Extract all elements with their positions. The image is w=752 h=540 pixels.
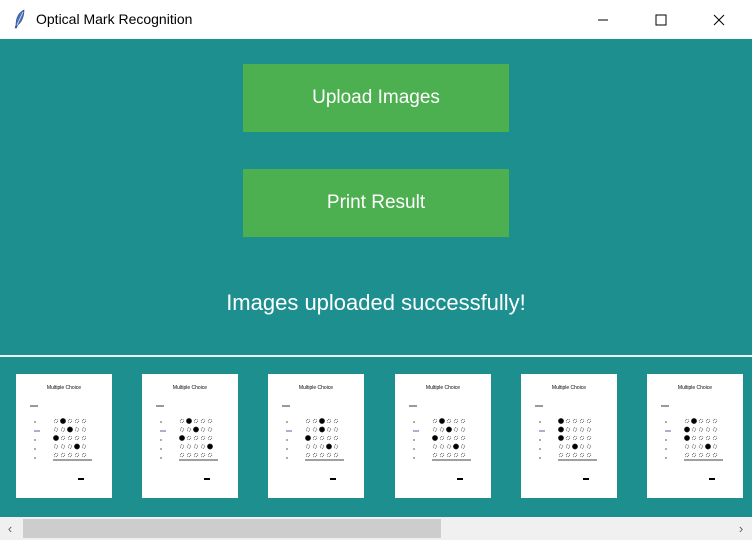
answer-sheet-thumbnail: Multiple Choice <box>16 374 112 498</box>
close-icon <box>713 14 725 25</box>
status-message: Images uploaded successfully! <box>226 290 526 315</box>
scroll-thumb[interactable] <box>23 519 441 538</box>
print-result-button[interactable]: Print Result <box>243 169 509 237</box>
feather-icon <box>12 9 28 29</box>
minimize-icon <box>598 19 608 20</box>
answer-sheet-thumbnail: Multiple Choice <box>521 374 617 498</box>
close-button[interactable] <box>696 0 742 39</box>
answer-sheet-thumbnail: Multiple Choice <box>395 374 491 498</box>
sheet-header: Multiple Choice <box>678 385 712 391</box>
sheet-header: Multiple Choice <box>299 385 333 391</box>
sheet-header: Multiple Choice <box>47 385 81 391</box>
answer-sheet-thumbnail: Multiple Choice <box>647 374 743 498</box>
sheet-header: Multiple Choice <box>173 385 207 391</box>
app-window: Optical Mark Recognition Upload Images P… <box>0 0 752 540</box>
maximize-button[interactable] <box>638 0 684 39</box>
scroll-track[interactable] <box>20 519 731 538</box>
scroll-left-button[interactable]: ‹ <box>0 517 20 540</box>
horizontal-scrollbar[interactable]: ‹ › <box>0 517 752 540</box>
window-title: Optical Mark Recognition <box>36 11 193 27</box>
maximize-icon <box>655 14 667 25</box>
main-panel: Upload Images Print Result Images upload… <box>0 39 752 517</box>
sheet-header: Multiple Choice <box>552 385 586 391</box>
title-bar: Optical Mark Recognition <box>0 0 752 40</box>
answer-sheet-thumbnail: Multiple Choice <box>142 374 238 498</box>
minimize-button[interactable] <box>580 0 626 39</box>
scroll-right-button[interactable]: › <box>731 517 751 540</box>
answer-sheet-thumbnail: Multiple Choice <box>268 374 364 498</box>
upload-images-button[interactable]: Upload Images <box>243 64 509 132</box>
thumbnail-strip: Multiple Choice Multiple Choice Multiple C… <box>0 357 752 517</box>
sheet-header: Multiple Choice <box>426 385 460 391</box>
